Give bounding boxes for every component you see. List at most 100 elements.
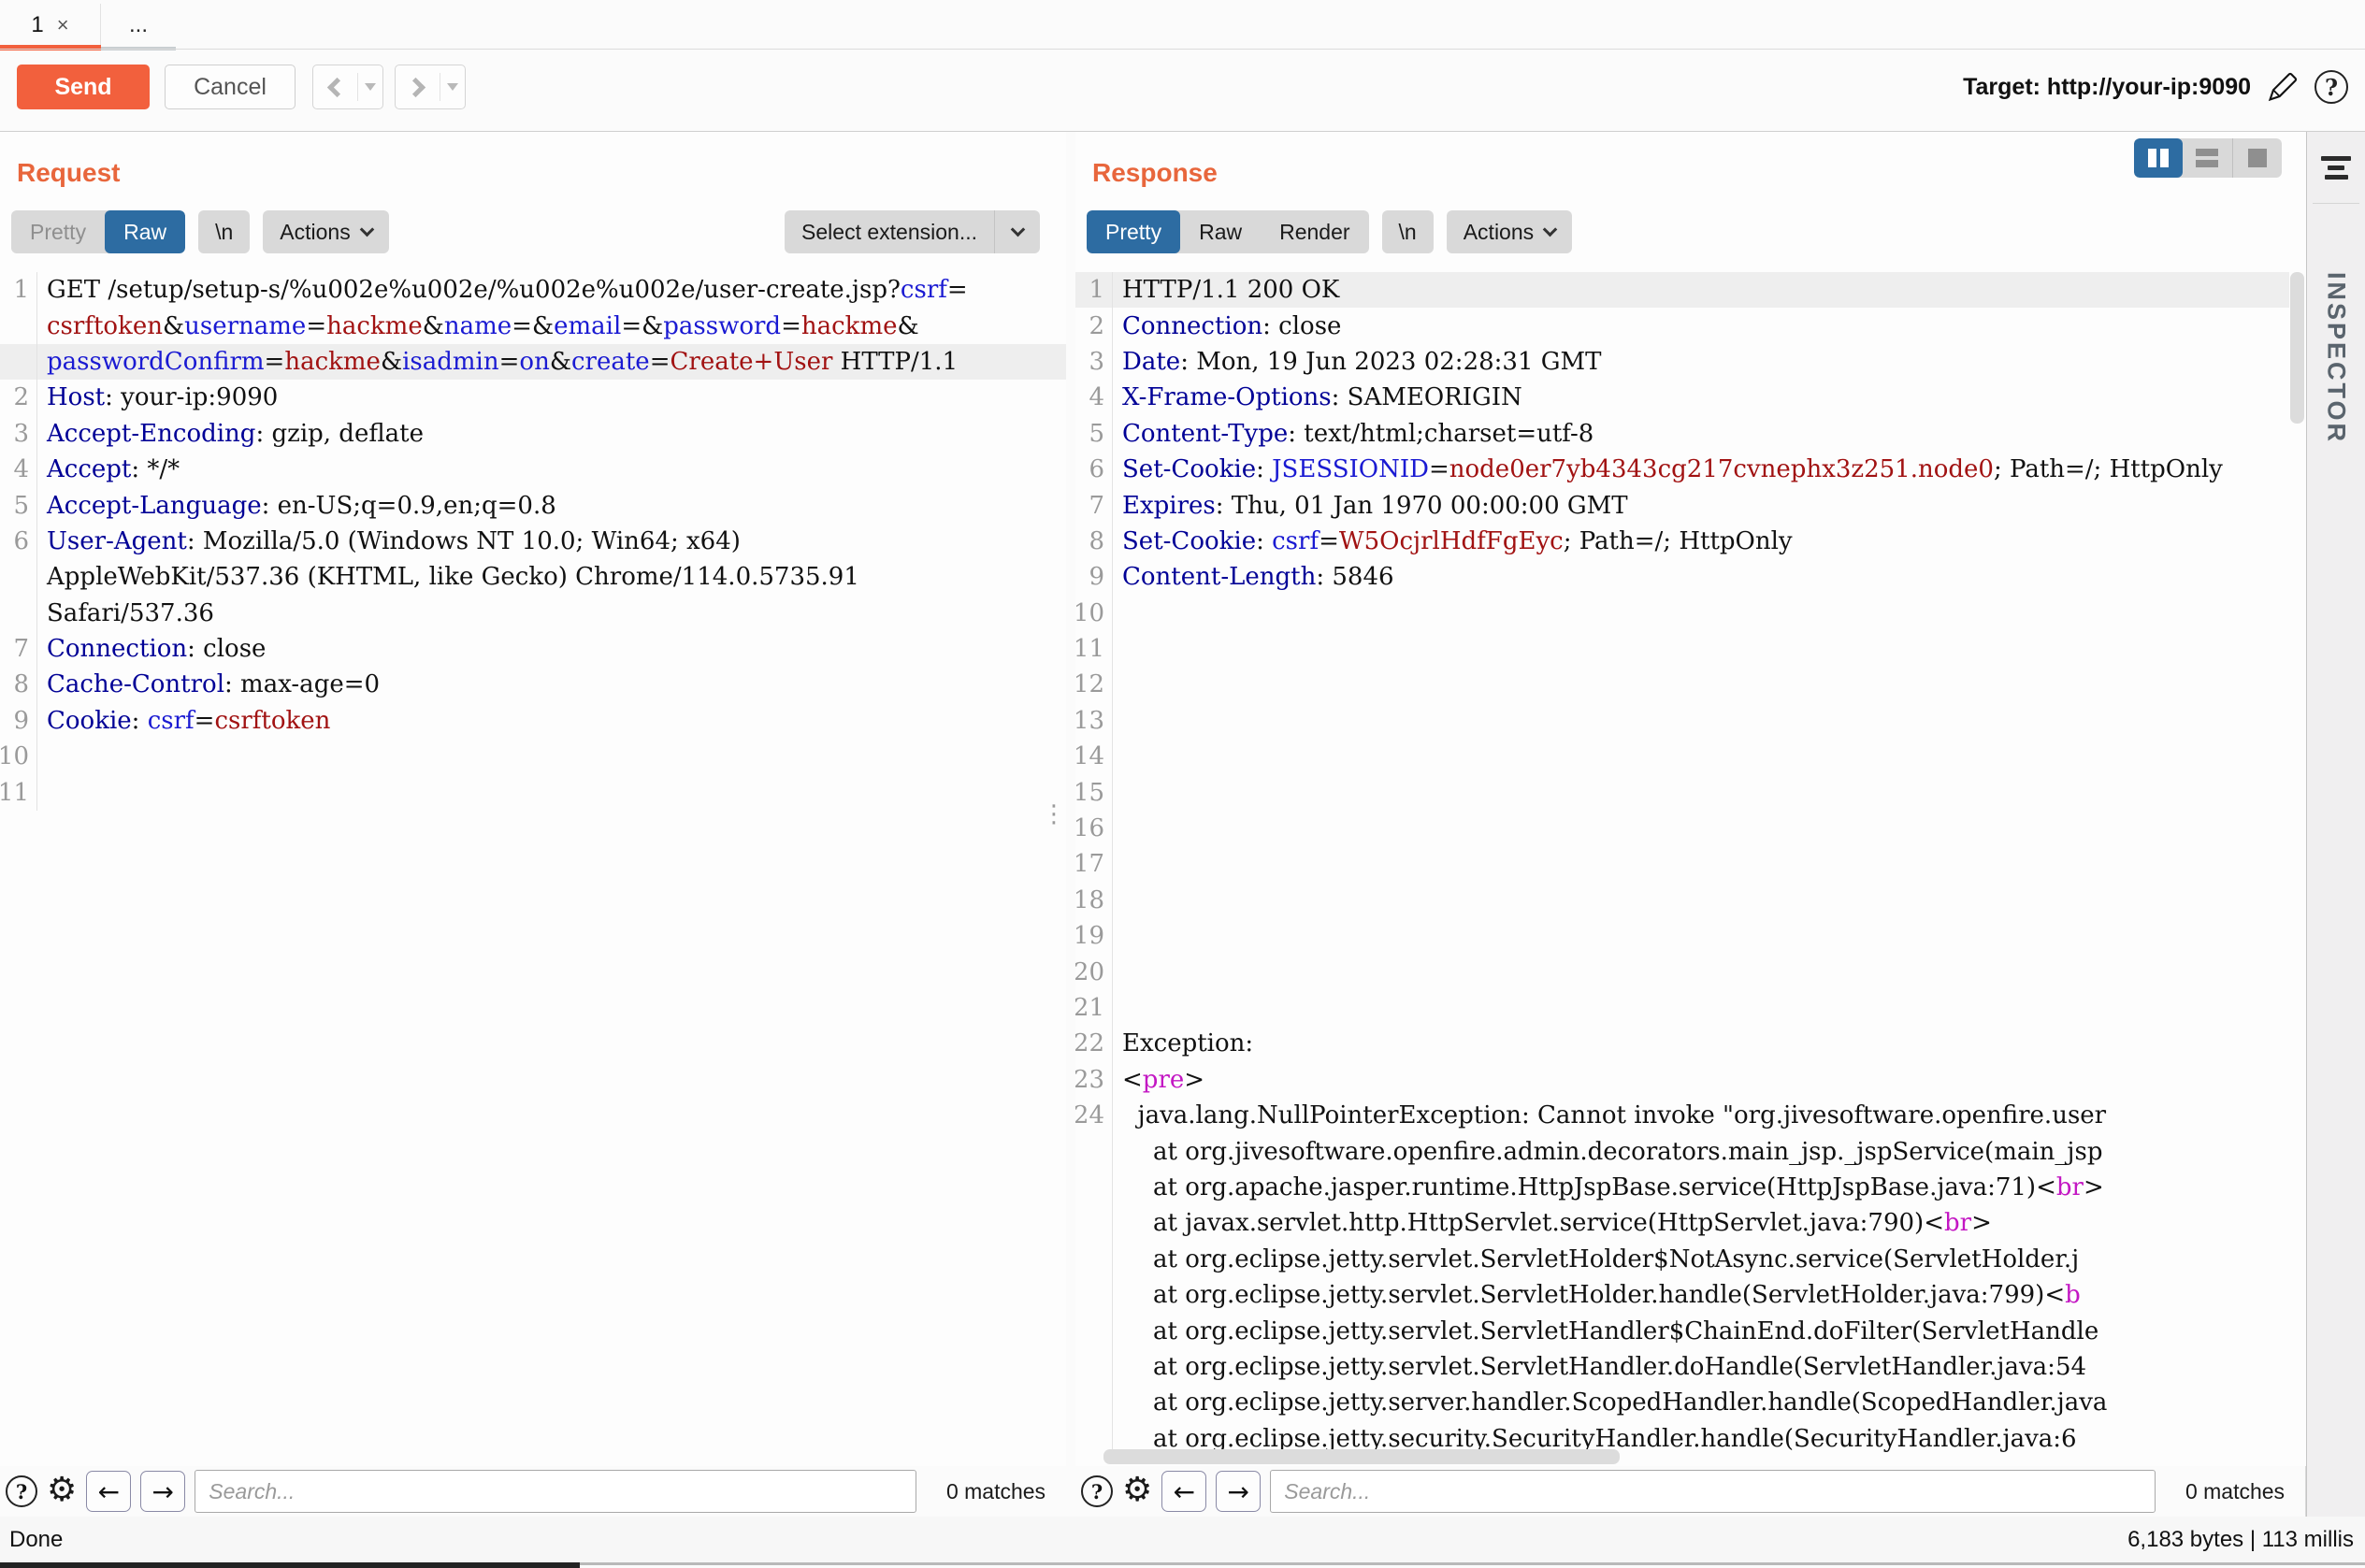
request-actions-label: Actions xyxy=(280,220,350,245)
request-actions-button[interactable]: Actions xyxy=(263,210,388,253)
editor-row: at org.eclipse.jetty.server.handler.Scop… xyxy=(1075,1385,2289,1420)
line-number: 14 xyxy=(1075,739,1113,774)
line-number: 4 xyxy=(1075,380,1113,415)
tab-1[interactable]: 1 × xyxy=(0,4,101,47)
tab-bar: 1 × ... xyxy=(0,0,2365,50)
editor-row: 9Cookie: csrf=csrftoken xyxy=(0,703,1066,739)
response-editor[interactable]: 1HTTP/1.1 200 OK2Connection: close3Date:… xyxy=(1075,272,2289,1466)
help-icon[interactable]: ? xyxy=(6,1475,37,1507)
line-number: 15 xyxy=(1075,774,1113,810)
forward-dropdown-button[interactable] xyxy=(440,83,465,91)
line-number: 16 xyxy=(1075,811,1113,846)
editor-row: 8Cache-Control: max-age=0 xyxy=(0,667,1066,702)
line-number: 19 xyxy=(1075,918,1113,954)
editor-row: 4Accept: */* xyxy=(0,452,1066,487)
gear-icon[interactable]: ⚙ xyxy=(47,1474,77,1507)
editor-row: 5Accept-Language: en-US;q=0.9,en;q=0.8 xyxy=(0,487,1066,523)
response-search-bar: ? ⚙ ← → 0 matches xyxy=(1075,1466,2306,1517)
code-line: at org.eclipse.jetty.server.handler.Scop… xyxy=(1113,1388,2289,1417)
response-vertical-scrollbar[interactable] xyxy=(2290,272,2304,1447)
editor-row: 10 xyxy=(1075,596,2289,631)
forward-button[interactable] xyxy=(395,65,466,109)
search-prev-button[interactable]: ← xyxy=(1161,1471,1206,1512)
request-tab-newline[interactable]: \n xyxy=(198,210,250,253)
code-line: Content-Type: text/html;charset=utf-8 xyxy=(1113,420,2289,448)
inspector-collapse-icon[interactable] xyxy=(2321,156,2351,180)
editor-row: passwordConfirm=hackme&isadmin=on&create… xyxy=(0,344,1066,380)
code-line: Cookie: csrf=csrftoken xyxy=(37,707,1066,735)
cancel-button[interactable]: Cancel xyxy=(165,65,296,109)
line-number xyxy=(1075,1313,1113,1348)
response-horizontal-scrollbar-thumb[interactable] xyxy=(1103,1449,1620,1464)
columns-icon xyxy=(2148,149,2156,167)
response-tab-pretty[interactable]: Pretty xyxy=(1087,210,1180,253)
editor-row: at org.eclipse.jetty.servlet.ServletHand… xyxy=(1075,1313,2289,1348)
request-tab-pretty[interactable]: Pretty xyxy=(11,210,105,253)
response-title: Response xyxy=(1092,158,1218,188)
help-icon[interactable]: ? xyxy=(1081,1475,1113,1507)
line-number: 7 xyxy=(1075,487,1113,523)
edit-target-button[interactable] xyxy=(2266,70,2300,104)
code-line: at javax.servlet.http.HttpServlet.servic… xyxy=(1113,1209,2289,1237)
line-number xyxy=(0,596,37,631)
editor-row: at org.eclipse.jetty.servlet.ServletHold… xyxy=(1075,1242,2289,1277)
back-dropdown-button[interactable] xyxy=(358,83,382,91)
response-tab-render[interactable]: Render xyxy=(1261,210,1368,253)
code-line: Exception: xyxy=(1113,1029,2289,1057)
select-extension-dropdown[interactable]: Select extension... xyxy=(785,210,1040,253)
editor-row: Safari/537.36 xyxy=(0,596,1066,631)
layout-single-button[interactable] xyxy=(2233,138,2282,178)
code-line: Content-Length: 5846 xyxy=(1113,563,2289,591)
line-number: 4 xyxy=(0,452,37,487)
target-label: Target: http://your-ip:9090 xyxy=(1963,74,2251,101)
inspector-label[interactable]: INSPECTOR xyxy=(2322,272,2351,444)
code-line: Cache-Control: max-age=0 xyxy=(37,670,1066,698)
search-prev-button[interactable]: ← xyxy=(86,1471,131,1512)
chevron-down-icon xyxy=(1010,223,1025,237)
inspector-rail: INSPECTOR xyxy=(2306,132,2365,1517)
response-search-input[interactable] xyxy=(1270,1470,2156,1513)
code-line: at org.eclipse.jetty.servlet.ServletHand… xyxy=(1113,1317,2289,1345)
line-number: 7 xyxy=(0,631,37,667)
response-view-tabs: Pretty Raw Render \n Actions xyxy=(1087,210,1572,253)
help-icon[interactable]: ? xyxy=(2315,70,2348,104)
line-number: 8 xyxy=(1075,524,1113,559)
line-number xyxy=(0,344,37,380)
response-tab-raw[interactable]: Raw xyxy=(1180,210,1261,253)
response-horizontal-scrollbar[interactable] xyxy=(1075,1449,2289,1464)
request-editor[interactable]: 1GET /setup/setup-s/%u002e%u002e/%u002e%… xyxy=(0,272,1066,1466)
chevron-down-icon xyxy=(359,223,374,237)
tab-close-icon[interactable]: × xyxy=(57,15,69,36)
tab-more[interactable]: ... xyxy=(101,4,176,47)
panel-splitter[interactable]: ⋮ xyxy=(1049,793,1059,838)
request-tab-raw[interactable]: Raw xyxy=(105,210,185,253)
chevron-down-icon xyxy=(1543,223,1558,237)
line-number xyxy=(1075,1205,1113,1241)
search-next-button[interactable]: → xyxy=(1216,1471,1261,1512)
editor-row: 12 xyxy=(1075,667,2289,702)
editor-row: 16 xyxy=(1075,811,2289,846)
request-search-input[interactable] xyxy=(195,1470,916,1513)
search-next-button[interactable]: → xyxy=(140,1471,185,1512)
editor-row: at org.apache.jasper.runtime.HttpJspBase… xyxy=(1075,1170,2289,1205)
send-button[interactable]: Send xyxy=(17,65,150,109)
editor-row: 13 xyxy=(1075,703,2289,739)
line-number xyxy=(1075,1242,1113,1277)
line-number: 8 xyxy=(0,667,37,702)
response-vertical-scrollbar-thumb[interactable] xyxy=(2290,272,2304,424)
status-bar: Done 6,183 bytes | 113 millis xyxy=(0,1517,2365,1562)
request-pretty-raw-group: Pretty Raw xyxy=(11,210,185,253)
layout-rows-button[interactable] xyxy=(2183,138,2231,178)
request-search-bar: ? ⚙ ← → 0 matches xyxy=(0,1466,1066,1517)
response-actions-button[interactable]: Actions xyxy=(1447,210,1572,253)
layout-columns-button[interactable] xyxy=(2134,138,2183,178)
code-line: Accept-Language: en-US;q=0.9,en;q=0.8 xyxy=(37,492,1066,520)
line-number: 3 xyxy=(1075,344,1113,380)
back-button[interactable] xyxy=(312,65,383,109)
response-tab-newline[interactable]: \n xyxy=(1382,210,1434,253)
gear-icon[interactable]: ⚙ xyxy=(1122,1474,1152,1507)
editor-row: 15 xyxy=(1075,774,2289,810)
editor-row: 1GET /setup/setup-s/%u002e%u002e/%u002e%… xyxy=(0,272,1066,308)
editor-row: at org.eclipse.jetty.servlet.ServletHold… xyxy=(1075,1277,2289,1313)
editor-row: 24 java.lang.NullPointerException: Canno… xyxy=(1075,1098,2289,1133)
